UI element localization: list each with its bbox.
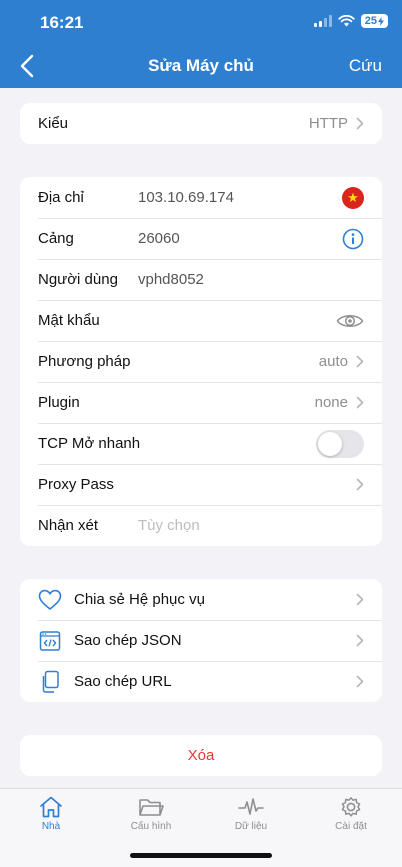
method-label: Phương pháp (38, 353, 131, 370)
type-label: Kiểu (38, 115, 69, 132)
wifi-icon (338, 15, 355, 27)
cellular-signal-icon (313, 15, 332, 27)
tab-home[interactable]: Nhà (11, 795, 91, 832)
type-row[interactable]: Kiểu HTTP (20, 103, 382, 144)
copy-json-chevron-group (356, 634, 364, 647)
info-icon[interactable] (342, 228, 364, 250)
type-card: Kiểu HTTP (20, 103, 382, 144)
address-flag-group: ★ (342, 186, 364, 209)
top-bar: 16:21 25 Sửa Máy chủ Cứu (0, 0, 402, 88)
copy-json-label: Sao chép JSON (74, 632, 182, 649)
tab-config[interactable]: Cấu hình (111, 795, 191, 832)
method-value: auto (318, 353, 348, 370)
chevron-right-icon (356, 355, 364, 368)
server-fields-card: Địa chỉ 103.10.69.174 ★ Cảng 26060 Người… (20, 177, 382, 546)
copy-url-chevron-group (356, 675, 364, 688)
port-row[interactable]: Cảng 26060 (20, 218, 382, 259)
password-label: Mật khẩu (38, 312, 100, 329)
remark-label: Nhận xét (38, 517, 99, 534)
tcp-fast-open-label: TCP Mở nhanh (38, 435, 141, 452)
tcp-fast-open-toggle[interactable] (316, 429, 364, 458)
tab-data[interactable]: Dữ liệu (211, 795, 291, 832)
chevron-right-icon (356, 117, 364, 130)
chevron-right-icon (356, 478, 364, 491)
tab-config-label: Cấu hình (130, 821, 172, 832)
tab-settings[interactable]: Cài đặt (311, 795, 391, 832)
folder-icon (139, 799, 164, 816)
address-row[interactable]: Địa chỉ 103.10.69.174 ★ (20, 177, 382, 218)
activity-icon (238, 798, 264, 815)
proxy-pass-chevron-group (356, 478, 364, 491)
plugin-value-group: none (315, 394, 364, 411)
port-info-group (342, 228, 364, 250)
plugin-label: Plugin (38, 394, 80, 411)
status-icons: 25 (313, 14, 388, 28)
gear-icon (341, 797, 361, 817)
type-value: HTTP (308, 115, 348, 132)
actions-card: Chia sẻ Hệ phục vụ Sao chép JSON Sao ché… (20, 579, 382, 702)
user-value[interactable]: vphd8052 (138, 271, 204, 288)
home-indicator (130, 853, 272, 858)
copy-icon (38, 670, 62, 694)
method-value-group: auto (319, 353, 364, 370)
chevron-right-icon (356, 396, 364, 409)
remark-input[interactable]: Tùy chọn (138, 517, 200, 534)
save-button[interactable]: Cứu (349, 56, 382, 76)
copy-url-row[interactable]: Sao chép URL (20, 661, 382, 702)
password-visibility-group (336, 312, 364, 330)
password-row[interactable]: Mật khẩu (20, 300, 382, 341)
proxy-pass-row[interactable]: Proxy Pass (20, 464, 382, 505)
share-server-label: Chia sẻ Hệ phục vụ (74, 591, 205, 608)
chevron-right-icon (356, 634, 364, 647)
port-value[interactable]: 26060 (138, 230, 180, 247)
delete-button[interactable]: Xóa (20, 735, 382, 776)
remark-row[interactable]: Nhận xét Tùy chọn (20, 505, 382, 546)
type-value-group: HTTP (309, 115, 364, 132)
port-label: Cảng (38, 230, 74, 247)
copy-json-row[interactable]: Sao chép JSON (20, 620, 382, 661)
user-label: Người dùng (38, 271, 118, 288)
tcp-fast-open-row: TCP Mở nhanh (20, 423, 382, 464)
code-window-icon (38, 629, 62, 653)
share-chevron-group (356, 593, 364, 606)
address-label: Địa chỉ (38, 189, 84, 206)
address-value[interactable]: 103.10.69.174 (138, 189, 234, 206)
tab-home-label: Nhà (41, 821, 61, 832)
copy-url-label: Sao chép URL (74, 673, 172, 690)
share-server-row[interactable]: Chia sẻ Hệ phục vụ (20, 579, 382, 620)
status-time: 16:21 (40, 13, 84, 32)
vietnam-flag-icon: ★ (342, 186, 364, 209)
chevron-right-icon (356, 593, 364, 606)
plugin-row[interactable]: Plugin none (20, 382, 382, 423)
charging-bolt-icon (378, 16, 384, 26)
tab-data-label: Dữ liệu (234, 821, 268, 832)
plugin-value: none (314, 394, 348, 411)
eye-icon[interactable] (336, 312, 364, 330)
method-row[interactable]: Phương pháp auto (20, 341, 382, 382)
tcp-fast-open-toggle-group (316, 429, 364, 458)
battery-indicator: 25 (360, 14, 388, 28)
battery-level: 25 (364, 15, 377, 27)
home-icon (40, 796, 62, 818)
chevron-right-icon (356, 675, 364, 688)
tab-settings-label: Cài đặt (335, 821, 367, 832)
proxy-pass-label: Proxy Pass (38, 476, 114, 493)
user-row[interactable]: Người dùng vphd8052 (20, 259, 382, 300)
heart-icon (38, 588, 62, 612)
page-title: Sửa Máy chủ (148, 56, 254, 75)
